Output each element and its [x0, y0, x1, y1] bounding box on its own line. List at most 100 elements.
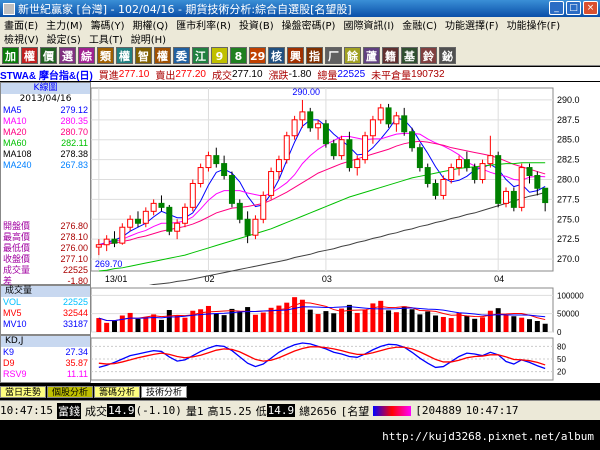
price-ytick: 282.5 — [557, 155, 580, 165]
volume-bar — [299, 299, 305, 332]
toolbar-button-11[interactable]: 9 — [211, 46, 228, 64]
left-ma-row: MA240 267.83 — [1, 160, 90, 171]
menu-item-row1-4[interactable]: 匯市利率(R) — [172, 17, 235, 32]
volume-bar — [362, 310, 368, 332]
toolbar-button-13[interactable]: 29 — [249, 46, 266, 64]
volume-bar — [354, 312, 360, 332]
chart-date: 2013/04/16 — [19, 94, 72, 104]
volume-bar — [464, 315, 470, 332]
menu-item-row1-5[interactable]: 投資(B) — [235, 17, 278, 32]
status-high: 高15.25 — [207, 404, 252, 418]
menu-item-row1-7[interactable]: 國際資訊(I) — [339, 17, 398, 32]
menu-item-row2-1[interactable]: 設定(S) — [43, 31, 85, 46]
toolbar-button-8[interactable]: 權 — [154, 46, 171, 64]
volume-chart[interactable]: 100000 50000 0 — [90, 285, 600, 337]
menu-item-row1-10[interactable]: 功能操作(F) — [503, 17, 565, 32]
toolbar-button-20[interactable]: 籍 — [382, 46, 399, 64]
ask-label: 賣出 — [155, 70, 176, 82]
status-chg: (-1.10) — [135, 404, 182, 417]
toolbar-button-3[interactable]: 選 — [59, 46, 76, 64]
minimize-button[interactable]: _ — [549, 1, 564, 15]
status-num: [204889 — [415, 404, 462, 417]
tab-1[interactable]: 個股分析 — [47, 386, 94, 398]
indicator-value: 276.80 — [60, 221, 88, 231]
menu-item-row1-9[interactable]: 功能選擇(F) — [441, 17, 503, 32]
left-ohlc-row: 收盤價 277.10 — [1, 254, 90, 265]
indicator-name: MA20 — [3, 127, 27, 137]
menu-item-row1-1[interactable]: 主力(M) — [42, 17, 86, 32]
volume-bar — [472, 318, 478, 332]
menu-item-row1-2[interactable]: 籌碼(Y) — [87, 17, 129, 32]
left-ma-row: MA60 282.11 — [1, 138, 90, 149]
volume-bar — [96, 318, 102, 332]
indicator-value: 35.87 — [65, 358, 88, 368]
menu-bar: 畫面(E) 主力(M) 籌碼(Y) 期權(Q) 匯市利率(R) 投資(B) 操盤密碼(P) 國… — [0, 17, 600, 46]
app-icon — [3, 2, 15, 15]
price-ytick: 275.0 — [557, 214, 580, 224]
price-chart[interactable]: 290.0 287.5 285.0 282.5 280.0 277.5 275.0 272.5… — [90, 82, 600, 292]
tab-2[interactable]: 籌碼分析 — [94, 386, 141, 398]
volume-bar — [143, 316, 149, 332]
indicator-value: 22525 — [62, 297, 88, 307]
left-ma-row: MA108 278.38 — [1, 149, 90, 160]
quote-symbol[interactable]: STWA& 摩台指&(日) — [0, 67, 93, 82]
close-button[interactable]: × — [583, 1, 598, 15]
candle-body — [166, 206, 173, 232]
toolbar-button-5[interactable]: 類 — [97, 46, 114, 64]
price-xtick: 04 — [494, 274, 504, 284]
volume-bar — [104, 322, 110, 332]
volume-bar — [307, 309, 313, 332]
tab-3[interactable]: 技術分析 — [141, 386, 188, 398]
toolbar-button-1[interactable]: 權 — [21, 46, 38, 64]
menu-item-row2-3[interactable]: 說明(H) — [127, 31, 170, 46]
toolbar-button-10[interactable]: 江 — [192, 46, 209, 64]
toolbar-button-22[interactable]: 鈴 — [420, 46, 437, 64]
candle-body — [385, 107, 392, 125]
candle-body — [119, 226, 126, 244]
toolbar-button-16[interactable]: 指 — [306, 46, 323, 64]
candle-body — [463, 159, 470, 169]
left-ohlc-row: 最高價 278.10 — [1, 232, 90, 243]
menu-item-row2-0[interactable]: 檢視(V) — [0, 31, 43, 46]
toolbar-button-12[interactable]: 8 — [230, 46, 247, 64]
toolbar-button-23[interactable]: 鉍 — [439, 46, 456, 64]
toolbar-button-18[interactable]: 餘 — [344, 46, 361, 64]
maximize-button[interactable]: □ — [566, 1, 581, 15]
candle-body — [432, 182, 439, 196]
tab-0[interactable]: 當日走勢 — [0, 386, 47, 398]
menu-item-row1-6[interactable]: 操盤密碼(P) — [278, 17, 340, 32]
status-clock: 10:47:17 — [465, 404, 519, 417]
status-tag: [名望 — [340, 404, 370, 418]
toolbar-button-15[interactable]: 興 — [287, 46, 304, 64]
volume-bar — [511, 316, 517, 332]
volume-bar — [252, 314, 258, 332]
toolbar-button-4[interactable]: 綜 — [78, 46, 95, 64]
toolbar-button-19[interactable]: 蘆 — [363, 46, 380, 64]
indicator-name: MV10 — [3, 319, 27, 329]
candle-body — [244, 218, 251, 236]
kd-rows-row: D9 35.87 — [1, 358, 90, 369]
last-label: 成交 — [211, 70, 232, 82]
toolbar-button-7[interactable]: 智 — [135, 46, 152, 64]
toolbar-button-21[interactable]: 基 — [401, 46, 418, 64]
kd-header: KD,J — [1, 336, 90, 347]
toolbar-button-6[interactable]: 權 — [116, 46, 133, 64]
status-time: 10:47:15 — [0, 404, 53, 417]
toolbar-button-14[interactable]: 核 — [268, 46, 285, 64]
kd-chart[interactable]: 80 50 20 — [90, 335, 600, 383]
menu-item-row1-8[interactable]: 金融(C) — [398, 17, 441, 32]
status-qty: 量1 — [185, 404, 204, 418]
menu-item-row1-3[interactable]: 期權(Q) — [128, 17, 172, 32]
left-ohlc-row: 開盤價 276.80 — [1, 221, 90, 232]
toolbar-button-0[interactable]: 加 — [2, 46, 19, 64]
menu-item-row1-0[interactable]: 畫面(E) — [0, 17, 42, 32]
kd-panel: KD,J K9 27.34 D9 35.87 RSV9 11.11 80 50 20 — [0, 335, 600, 383]
menu-item-row2-2[interactable]: 工具(T) — [85, 31, 127, 46]
indicator-name: RSV9 — [3, 369, 27, 379]
price-xtick: 03 — [322, 274, 332, 284]
toolbar-button-17[interactable]: 厂 — [325, 46, 342, 64]
toolbar-button-9[interactable]: 委 — [173, 46, 190, 64]
left-ohlc-row: 成交量 22525 — [1, 265, 90, 276]
indicator-name: 開盤價 — [3, 221, 31, 231]
toolbar-button-2[interactable]: 價 — [40, 46, 57, 64]
